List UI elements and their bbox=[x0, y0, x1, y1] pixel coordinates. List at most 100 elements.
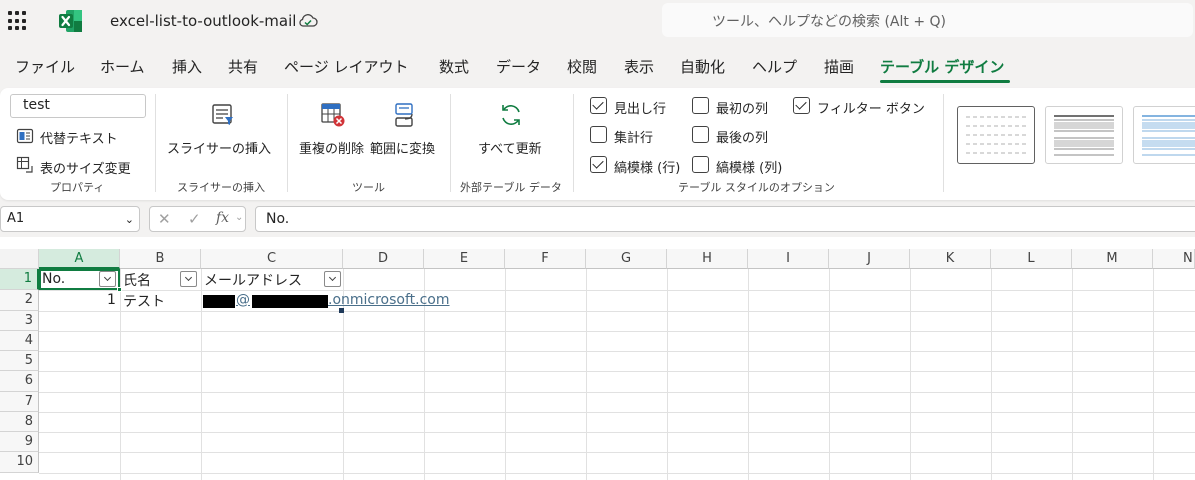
column-header-m[interactable]: M bbox=[1072, 249, 1153, 269]
column-header-c[interactable]: C bbox=[201, 249, 343, 269]
gridline bbox=[39, 331, 1195, 332]
search-box[interactable]: ツール、ヘルプなどの検索 (Alt + Q) bbox=[662, 3, 1193, 37]
tab-view[interactable]: 表示 bbox=[624, 56, 654, 77]
column-header-n[interactable]: N bbox=[1153, 249, 1195, 269]
cell-b2[interactable]: テスト bbox=[123, 291, 165, 311]
tab-file[interactable]: ファイル bbox=[15, 56, 75, 77]
saved-cloud-icon[interactable] bbox=[297, 11, 319, 31]
filter-button-checkbox[interactable] bbox=[793, 97, 810, 114]
banded-columns-checkbox[interactable] bbox=[692, 156, 709, 173]
cell-b1[interactable]: 氏名 bbox=[123, 270, 151, 290]
active-tab-indicator bbox=[880, 80, 1010, 83]
tab-home[interactable]: ホーム bbox=[100, 56, 145, 77]
first-column-checkbox[interactable] bbox=[692, 97, 709, 114]
formula-input[interactable]: No. bbox=[255, 206, 1195, 232]
column-header-d[interactable]: D bbox=[343, 249, 424, 269]
total-row-checkbox[interactable] bbox=[590, 126, 607, 143]
last-column-label[interactable]: 最後の列 bbox=[716, 127, 768, 146]
header-row-checkbox[interactable] bbox=[590, 97, 607, 114]
insert-slicer-button[interactable]: スライサーの挿入 bbox=[167, 138, 271, 157]
table-style-light-blue-preview bbox=[1142, 115, 1195, 156]
remove-duplicates-button[interactable]: 重複の削除 bbox=[299, 138, 364, 157]
worksheet-grid[interactable]: A B C D E F G H I J K L M N 1 2 3 4 5 6 … bbox=[0, 237, 1195, 480]
table-style-none[interactable] bbox=[957, 106, 1035, 164]
row-header-1[interactable]: 1 bbox=[0, 269, 39, 290]
column-header-f[interactable]: F bbox=[505, 249, 586, 269]
first-column-label[interactable]: 最初の列 bbox=[716, 98, 768, 117]
column-header-k[interactable]: K bbox=[910, 249, 991, 269]
banded-columns-label[interactable]: 縞模様 (列) bbox=[716, 157, 782, 176]
convert-to-range-button[interactable]: 範囲に変換 bbox=[370, 138, 435, 157]
row-header-3[interactable]: 3 bbox=[0, 311, 39, 331]
column-header-b[interactable]: B bbox=[120, 249, 201, 269]
email-at-sign[interactable]: @ bbox=[236, 292, 250, 308]
filter-dropdown-c[interactable] bbox=[324, 271, 341, 287]
tab-page-layout[interactable]: ページ レイアウト bbox=[284, 56, 408, 77]
filter-dropdown-b[interactable] bbox=[180, 271, 197, 287]
group-label-slicer: スライサーの挿入 bbox=[177, 181, 265, 194]
row-header-8[interactable]: 8 bbox=[0, 412, 39, 432]
fill-handle[interactable] bbox=[117, 287, 122, 292]
enter-check-icon[interactable]: ✓ bbox=[188, 210, 201, 228]
column-header-g[interactable]: G bbox=[586, 249, 667, 269]
tab-share[interactable]: 共有 bbox=[228, 56, 258, 77]
row-header-5[interactable]: 5 bbox=[0, 351, 39, 371]
resize-table-button[interactable]: 表のサイズ変更 bbox=[40, 158, 131, 177]
group-label-style-options: テーブル スタイルのオプション bbox=[678, 181, 835, 194]
cancel-icon[interactable]: ✕ bbox=[158, 210, 171, 228]
column-header-i[interactable]: I bbox=[748, 249, 829, 269]
table-name-input[interactable]: test bbox=[10, 94, 146, 118]
column-header-e[interactable]: E bbox=[424, 249, 505, 269]
column-header-j[interactable]: J bbox=[829, 249, 910, 269]
formula-controls: ✕ ✓ fx ⌄ bbox=[149, 206, 246, 232]
tab-formulas[interactable]: 数式 bbox=[439, 56, 469, 77]
gridline bbox=[39, 392, 1195, 393]
tab-data[interactable]: データ bbox=[496, 56, 541, 77]
column-header-l[interactable]: L bbox=[991, 249, 1072, 269]
app-launcher-icon[interactable] bbox=[8, 11, 28, 31]
column-header-a[interactable]: A bbox=[39, 249, 120, 269]
gridline bbox=[586, 269, 587, 480]
document-title[interactable]: excel-list-to-outlook-mail bbox=[110, 12, 296, 30]
chevron-down-icon[interactable]: ⌄ bbox=[235, 212, 243, 223]
tab-automate[interactable]: 自動化 bbox=[680, 56, 725, 77]
refresh-all-button[interactable]: すべて更新 bbox=[478, 138, 542, 157]
filter-button-label[interactable]: フィルター ボタン bbox=[817, 98, 925, 117]
row-header-4[interactable]: 4 bbox=[0, 331, 39, 351]
cell-a2[interactable]: 1 bbox=[107, 292, 116, 308]
table-style-light-blue[interactable] bbox=[1133, 106, 1195, 164]
banded-rows-label[interactable]: 縞模様 (行) bbox=[614, 157, 680, 176]
tab-table-design[interactable]: テーブル デザイン bbox=[880, 56, 1004, 77]
chevron-down-icon[interactable]: ⌄ bbox=[125, 213, 134, 226]
select-all-corner[interactable] bbox=[0, 249, 39, 269]
formula-bar: A1 ⌄ ✕ ✓ fx ⌄ No. bbox=[0, 204, 1195, 234]
cell-c1[interactable]: メールアドレス bbox=[204, 270, 302, 290]
table-resize-handle[interactable] bbox=[339, 308, 344, 313]
slicer-icon bbox=[212, 104, 233, 125]
row-header-7[interactable]: 7 bbox=[0, 392, 39, 412]
row-header-10[interactable]: 10 bbox=[0, 452, 39, 473]
alt-text-button[interactable]: 代替テキスト bbox=[40, 128, 118, 147]
email-domain[interactable]: .onmicrosoft.com bbox=[328, 292, 450, 308]
gridline bbox=[1072, 269, 1073, 480]
last-column-checkbox[interactable] bbox=[692, 126, 709, 143]
tab-help[interactable]: ヘルプ bbox=[752, 56, 797, 77]
excel-logo-icon bbox=[59, 10, 82, 32]
gridline bbox=[39, 412, 1195, 413]
tab-insert[interactable]: 挿入 bbox=[172, 56, 202, 77]
row-header-6[interactable]: 6 bbox=[0, 371, 39, 392]
table-style-light-gray[interactable] bbox=[1045, 106, 1123, 164]
tab-draw[interactable]: 描画 bbox=[824, 56, 854, 77]
insert-function-button[interactable]: fx bbox=[216, 210, 229, 226]
banded-rows-checkbox[interactable] bbox=[590, 156, 607, 173]
header-row-label[interactable]: 見出し行 bbox=[614, 98, 666, 117]
table-style-none-preview bbox=[966, 116, 1026, 154]
tab-review[interactable]: 校閲 bbox=[567, 56, 597, 77]
ribbon-separator bbox=[287, 94, 288, 192]
name-box[interactable]: A1 ⌄ bbox=[0, 206, 140, 232]
row-header-9[interactable]: 9 bbox=[0, 432, 39, 452]
gridline bbox=[748, 269, 749, 480]
column-header-h[interactable]: H bbox=[667, 249, 748, 269]
row-header-2[interactable]: 2 bbox=[0, 290, 39, 311]
total-row-label[interactable]: 集計行 bbox=[614, 127, 653, 146]
